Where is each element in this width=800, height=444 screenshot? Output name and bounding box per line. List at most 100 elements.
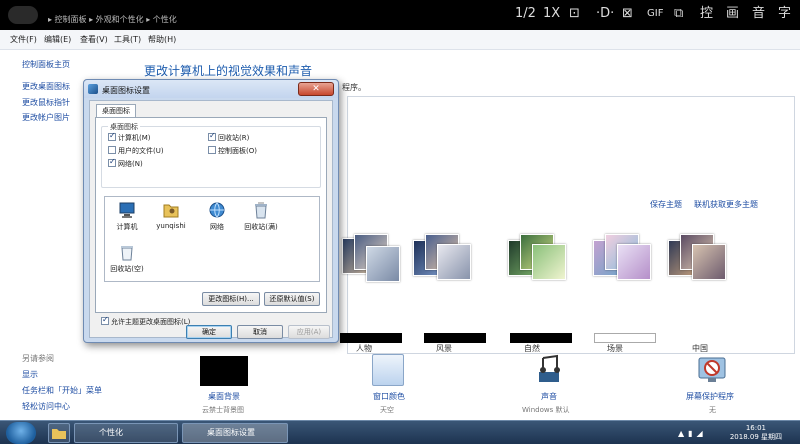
desktop-background-icon[interactable]: [200, 356, 248, 386]
allow-theme-label: 允许主题更改桌面图标(L): [111, 318, 191, 326]
get-more-themes-link[interactable]: 联机获取更多主题: [694, 199, 758, 210]
theme-label-china: 中国: [692, 344, 708, 353]
theme-nature[interactable]: [502, 230, 568, 290]
dialog-title: 桌面图标设置: [102, 86, 150, 95]
checkbox-network[interactable]: [108, 157, 116, 167]
page-description: 程序。: [342, 83, 366, 92]
theme-landscape[interactable]: [407, 230, 473, 290]
checkbox-computer[interactable]: [108, 131, 116, 141]
desktop-background-link[interactable]: 桌面背景: [208, 391, 240, 402]
user-folder-icon: [162, 201, 180, 219]
allow-theme-checkbox[interactable]: [101, 315, 109, 325]
desktop-background-value: 云禁士背景图: [202, 406, 244, 414]
taskbar-item-personalization[interactable]: 个性化: [74, 423, 178, 443]
ok-button[interactable]: 确定: [186, 325, 232, 339]
desktop-icon-list: 计算机 yunqishi 网络 回收站(满) 回收站(空): [104, 196, 320, 282]
close-icon[interactable]: ✕: [298, 82, 334, 96]
checkbox-user-files[interactable]: [108, 146, 116, 154]
control-button[interactable]: 控: [700, 5, 713, 23]
theme-strip: [424, 333, 486, 343]
dialog-app-icon: [88, 84, 98, 94]
list-item[interactable]: 回收站(空): [107, 243, 147, 274]
list-item[interactable]: 计算机: [107, 201, 147, 232]
save-theme-link[interactable]: 保存主题: [650, 199, 682, 210]
page-counter: 1/2: [515, 6, 536, 21]
window-color-icon[interactable]: [372, 354, 404, 386]
subtitle-button[interactable]: 字: [778, 5, 791, 23]
checkbox-label-control-panel: 控制面板(O): [218, 147, 257, 155]
checkbox-recycle-bin[interactable]: [208, 131, 216, 141]
checkbox-label-computer: 计算机(M): [118, 134, 151, 142]
theme-label-landscape: 风景: [436, 344, 452, 353]
restore-default-button[interactable]: 还原默认值(S): [264, 292, 320, 306]
nav-ease-of-access[interactable]: 轻松访问中心: [22, 401, 70, 412]
theme-china[interactable]: [662, 230, 728, 290]
checkbox-label-recycle-bin: 回收站(R): [218, 134, 250, 142]
dimension-icon[interactable]: ·D·: [596, 5, 614, 23]
icon-label: 计算机: [116, 223, 138, 231]
dialog-titlebar[interactable]: 桌面图标设置 ✕: [84, 80, 338, 98]
desktop-icons-group: 桌面图标 计算机(M) 回收站(R) 用户的文件(U) 控制面板(O) 网络(N…: [101, 122, 321, 188]
menu-tools[interactable]: 工具(T): [114, 34, 141, 45]
theme-scenes[interactable]: [587, 230, 653, 290]
music-note-icon[interactable]: [533, 354, 567, 386]
gif-button[interactable]: GIF: [647, 5, 663, 23]
window-color-link[interactable]: 窗口颜色: [373, 391, 405, 402]
clock[interactable]: 16:01 2018.09 星期四: [730, 424, 782, 442]
dialog-body: 桌面图标 桌面图标 计算机(M) 回收站(R) 用户的文件(U) 控制面板(O)…: [89, 100, 333, 339]
tray-icons[interactable]: ▲▮◢: [678, 429, 718, 439]
menu-edit[interactable]: 编辑(E): [44, 34, 71, 45]
icon-label: 回收站(满): [244, 223, 278, 231]
screensaver-value: 无: [709, 406, 716, 414]
theme-people[interactable]: [340, 230, 406, 290]
nav-change-account-picture[interactable]: 更改帐户图片: [22, 112, 70, 123]
change-icon-button[interactable]: 更改图标(H)...: [202, 292, 260, 306]
crop-icon[interactable]: ⊡: [569, 5, 580, 23]
theme-label-people: 人物: [356, 344, 372, 353]
start-button[interactable]: [6, 422, 36, 444]
checkbox-label-network: 网络(N): [118, 160, 143, 168]
nav-taskbar-start-menu[interactable]: 任务栏和「开始」菜单: [22, 385, 102, 396]
nav-change-mouse-pointer[interactable]: 更改鼠标指针: [22, 97, 70, 108]
clock-date: 2018.09 星期四: [729, 433, 782, 441]
screensaver-link[interactable]: 屏幕保护程序: [686, 391, 734, 402]
cancel-button[interactable]: 取消: [237, 325, 283, 339]
recycle-bin-empty-icon: [118, 243, 136, 261]
audio-button[interactable]: 音: [752, 5, 765, 23]
video-player-toolbar: ▸ 控制面板 ▸ 外观和个性化 ▸ 个性化 1/2 1X ⊡ ·D· ⊠ GIF…: [0, 0, 800, 30]
menu-help[interactable]: 帮助(H): [148, 34, 176, 45]
nav-control-panel-home[interactable]: 控制面板主页: [22, 59, 70, 70]
speed-button[interactable]: 1X: [543, 5, 560, 23]
checkbox-label-user-files: 用户的文件(U): [118, 147, 164, 155]
sound-link[interactable]: 声音: [541, 391, 557, 402]
theme-label-nature: 自然: [524, 344, 540, 353]
theme-list-panel: [347, 96, 795, 354]
theme-strip: [340, 333, 402, 343]
clock-time: 16:01: [745, 424, 766, 432]
screensaver-icon[interactable]: [697, 354, 727, 386]
page-title: 更改计算机上的视觉效果和声音: [144, 64, 313, 78]
player-title-blur: [0, 0, 44, 30]
apply-button[interactable]: 应用(A): [288, 325, 330, 339]
menu-file[interactable]: 文件(F): [10, 34, 37, 45]
folder-icon[interactable]: [48, 423, 70, 443]
taskbar: 个性化 桌面图标设置 ▲▮◢ 16:01 2018.09 星期四: [0, 420, 800, 444]
nav-change-desktop-icons[interactable]: 更改桌面图标: [22, 81, 70, 92]
list-item[interactable]: yunqishi: [151, 201, 191, 230]
menu-view[interactable]: 查看(V): [80, 34, 108, 45]
theme-label-scenes: 场景: [607, 344, 623, 353]
breadcrumb[interactable]: ▸ 控制面板 ▸ 外观和个性化 ▸ 个性化: [48, 14, 177, 25]
sound-value: Windows 默认: [522, 406, 570, 414]
checkbox-control-panel[interactable]: [208, 146, 216, 154]
see-also-header: 另请参阅: [22, 354, 54, 363]
nav-display[interactable]: 显示: [22, 369, 38, 380]
tab-desktop-icons[interactable]: 桌面图标: [96, 104, 136, 118]
dialog-tab-panel: 桌面图标 计算机(M) 回收站(R) 用户的文件(U) 控制面板(O) 网络(N…: [95, 117, 327, 313]
screenshot-icon[interactable]: ⊠: [622, 5, 633, 23]
list-item[interactable]: 网络: [197, 201, 237, 232]
list-item[interactable]: 回收站(满): [241, 201, 281, 232]
pip-icon[interactable]: ⧉: [674, 5, 683, 23]
picture-button[interactable]: 画: [726, 5, 739, 23]
window-color-value: 天空: [380, 406, 394, 414]
taskbar-item-desktop-icon-settings[interactable]: 桌面图标设置: [182, 423, 288, 443]
